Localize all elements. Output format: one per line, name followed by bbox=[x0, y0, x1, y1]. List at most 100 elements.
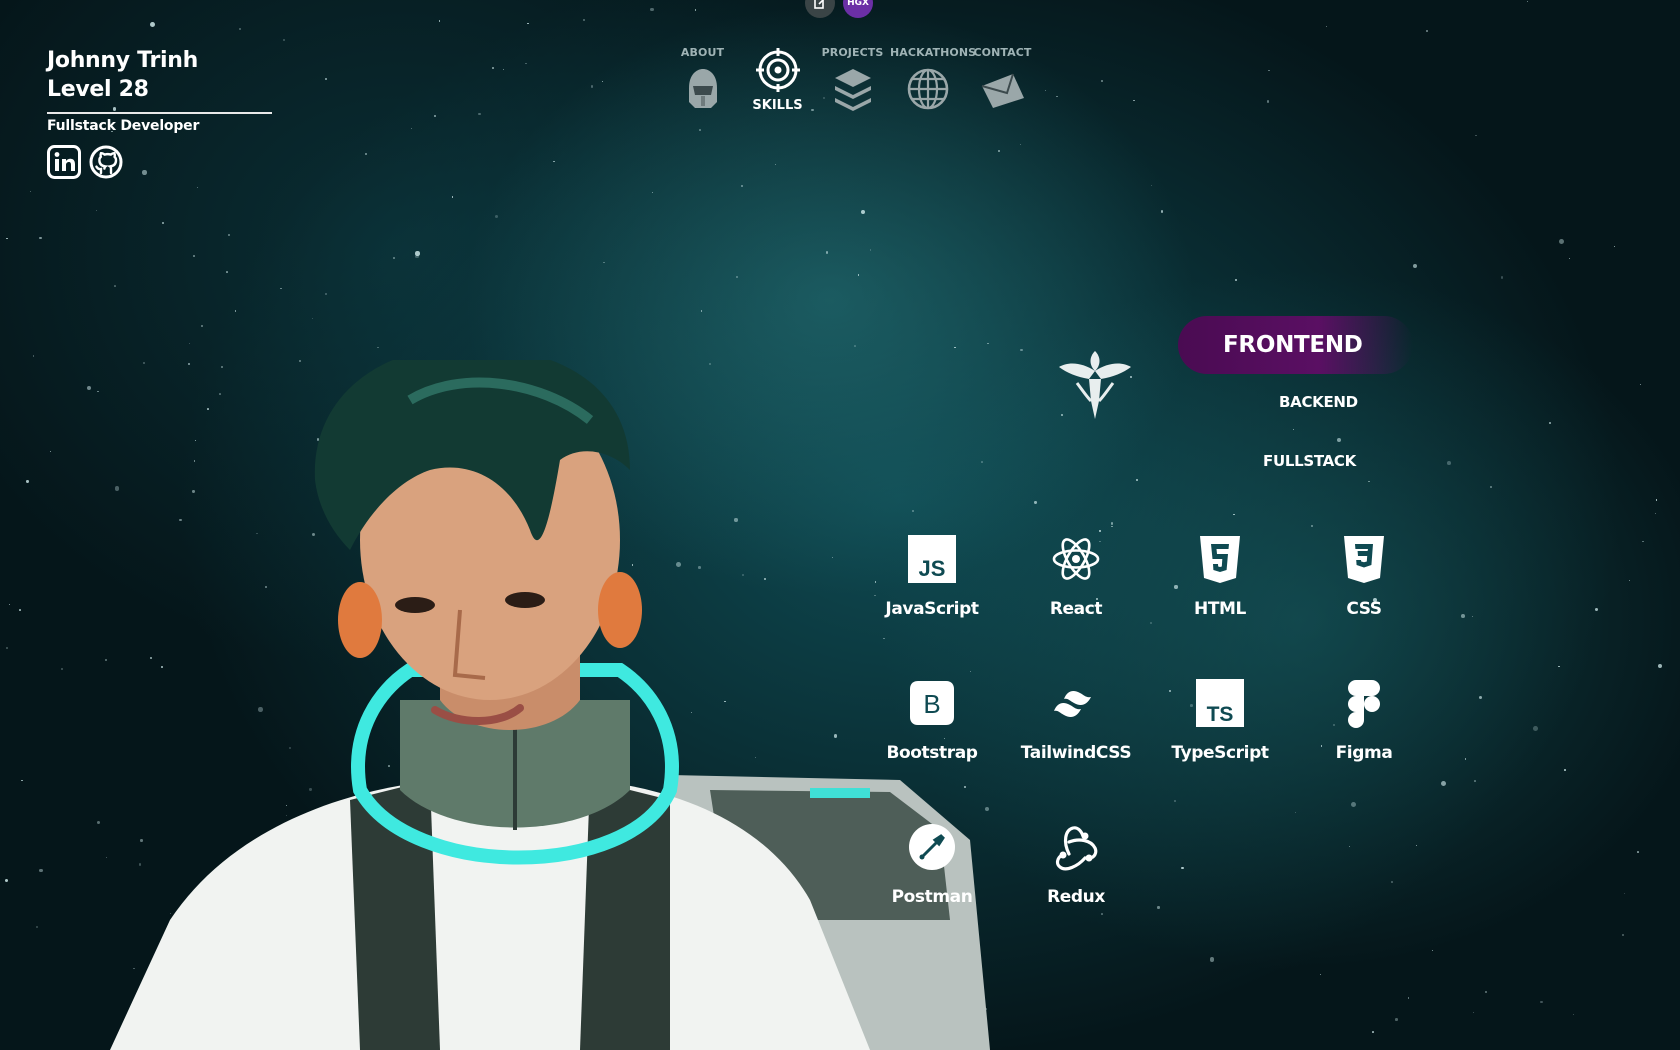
star-dot bbox=[1295, 812, 1297, 814]
star-dot bbox=[1020, 348, 1023, 352]
star-dot bbox=[775, 163, 777, 165]
skill-postman[interactable]: Postman bbox=[862, 821, 1002, 907]
star-dot bbox=[825, 251, 829, 254]
star-dot bbox=[1160, 210, 1163, 213]
skill-tailwind[interactable]: TailwindCSS bbox=[1006, 677, 1146, 763]
skill-react[interactable]: React bbox=[1006, 533, 1146, 619]
star-dot bbox=[433, 114, 436, 117]
linkedin-icon[interactable] bbox=[47, 145, 81, 179]
star-dot bbox=[1629, 579, 1631, 581]
redux-icon bbox=[1050, 821, 1102, 873]
star-dot bbox=[1020, 143, 1022, 145]
category-backend-button[interactable]: BACKEND bbox=[1279, 393, 1358, 411]
star-dot bbox=[106, 857, 108, 859]
star-dot bbox=[1623, 893, 1625, 895]
skill-label: Figma bbox=[1335, 743, 1393, 763]
star-dot bbox=[410, 127, 412, 129]
star-dot bbox=[26, 480, 29, 483]
category-fullstack-button[interactable]: FULLSTACK bbox=[1263, 452, 1356, 470]
star-dot bbox=[740, 184, 744, 188]
star-dot bbox=[735, 275, 738, 278]
star-dot bbox=[1111, 522, 1114, 525]
figma-icon bbox=[1338, 677, 1390, 729]
react-icon bbox=[1050, 533, 1102, 585]
nav-item-projects[interactable]: PROJECTS bbox=[815, 46, 890, 112]
nav-item-contact[interactable]: CONTACT bbox=[965, 46, 1040, 112]
target-icon bbox=[755, 48, 800, 92]
star-dot bbox=[1485, 990, 1488, 993]
star-dot bbox=[21, 780, 23, 782]
star-dot bbox=[1351, 802, 1357, 808]
nav-skills-label: SKILLS bbox=[752, 98, 803, 113]
star-dot bbox=[1135, 479, 1138, 482]
main-nav: ABOUT SKILLS PROJECTS HACKATHONS CONTACT bbox=[665, 46, 1032, 126]
star-dot bbox=[1540, 1000, 1543, 1003]
star-dot bbox=[583, 19, 586, 22]
skill-javascript[interactable]: JS JavaScript bbox=[862, 533, 1002, 619]
profile-role: Fullstack Developer bbox=[47, 118, 200, 134]
star-dot bbox=[1157, 906, 1160, 909]
skill-css[interactable]: CSS bbox=[1294, 533, 1434, 619]
star-dot bbox=[161, 221, 165, 225]
star-dot bbox=[1150, 621, 1153, 624]
star-dot bbox=[1173, 800, 1176, 802]
star-dot bbox=[1151, 184, 1153, 186]
star-dot bbox=[1368, 480, 1370, 483]
star-dot bbox=[1310, 524, 1313, 527]
star-dot bbox=[1655, 499, 1658, 501]
skill-figma[interactable]: Figma bbox=[1294, 677, 1434, 763]
star-dot bbox=[1658, 663, 1663, 668]
star-dot bbox=[1407, 996, 1410, 999]
star-dot bbox=[870, 249, 872, 251]
profile-name: Johnny Trinh bbox=[47, 48, 198, 73]
star-dot bbox=[8, 603, 10, 605]
skill-label: CSS bbox=[1346, 599, 1382, 619]
star-dot bbox=[700, 310, 703, 312]
star-dot bbox=[1472, 615, 1474, 618]
star-dot bbox=[114, 284, 117, 287]
star-dot bbox=[1447, 461, 1451, 465]
star-dot bbox=[1639, 383, 1642, 386]
nav-item-hackathons[interactable]: HACKATHONS bbox=[890, 46, 976, 112]
star-dot bbox=[60, 667, 63, 670]
nav-item-about[interactable]: ABOUT bbox=[665, 46, 740, 112]
star-dot bbox=[39, 236, 42, 240]
star-dot bbox=[1234, 278, 1237, 281]
skill-label: React bbox=[1049, 599, 1103, 619]
star-dot bbox=[1133, 99, 1136, 102]
star-dot bbox=[603, 261, 605, 264]
star-dot bbox=[525, 63, 527, 65]
star-dot bbox=[415, 251, 420, 256]
star-dot bbox=[861, 210, 866, 215]
profile-card: Johnny Trinh Level 28 Fullstack Develope… bbox=[47, 46, 272, 179]
star-dot bbox=[49, 450, 51, 452]
skill-html[interactable]: HTML bbox=[1150, 533, 1290, 619]
star-dot bbox=[188, 342, 191, 345]
html-icon bbox=[1194, 533, 1246, 585]
star-dot bbox=[324, 77, 328, 80]
star-dot bbox=[1461, 613, 1465, 618]
star-dot bbox=[197, 187, 199, 189]
nav-contact-label: CONTACT bbox=[973, 46, 1032, 59]
star-dot bbox=[1637, 851, 1639, 853]
star-dot bbox=[96, 821, 101, 825]
star-dot bbox=[1473, 1012, 1475, 1014]
star-dot bbox=[1621, 933, 1624, 936]
skill-bootstrap[interactable]: B Bootstrap bbox=[862, 677, 1002, 763]
skill-redux[interactable]: Redux bbox=[1006, 821, 1146, 907]
star-dot bbox=[1464, 757, 1467, 760]
star-dot bbox=[1325, 25, 1327, 27]
star-dot bbox=[953, 346, 956, 349]
star-dot bbox=[495, 214, 498, 218]
skill-typescript[interactable]: TS TypeScript bbox=[1150, 677, 1290, 763]
nav-item-skills[interactable]: SKILLS bbox=[740, 46, 815, 113]
star-dot bbox=[1101, 913, 1103, 915]
category-frontend-button[interactable]: FRONTEND bbox=[1178, 316, 1413, 374]
star-dot bbox=[1233, 514, 1235, 516]
svg-text:TS: TS bbox=[1207, 703, 1234, 726]
nav-about-label: ABOUT bbox=[680, 46, 725, 59]
skill-label: HTML bbox=[1194, 599, 1246, 619]
github-icon[interactable] bbox=[89, 145, 123, 179]
star-dot bbox=[854, 345, 856, 348]
star-dot bbox=[225, 271, 228, 274]
